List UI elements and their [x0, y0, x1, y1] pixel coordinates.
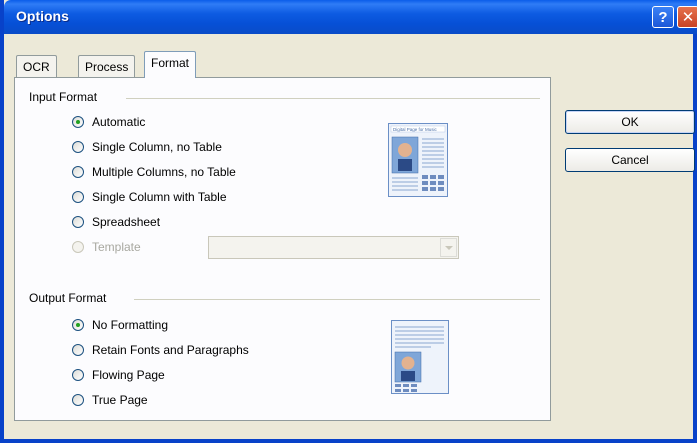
- output-format-label: Output Format: [29, 291, 107, 305]
- ok-button[interactable]: OK: [565, 110, 695, 134]
- radio-dot: [72, 319, 84, 331]
- radio-template[interactable]: Template: [72, 240, 141, 254]
- ok-button-label: OK: [621, 115, 639, 129]
- radio-no-formatting[interactable]: No Formatting: [72, 318, 168, 332]
- radio-label: Single Column, no Table: [92, 140, 222, 154]
- close-button[interactable]: ✕: [677, 6, 697, 28]
- input-format-label: Input Format: [29, 90, 98, 104]
- radio-dot: [72, 191, 84, 203]
- tab-process[interactable]: Process: [78, 55, 136, 77]
- tab-label: Format: [151, 56, 190, 70]
- radio-dot: [72, 369, 84, 381]
- cancel-button-label: Cancel: [611, 153, 649, 167]
- options-dialog: Options ? ✕ OCR Process Format Input For…: [0, 0, 697, 443]
- radio-dot: [72, 216, 84, 228]
- radio-spreadsheet[interactable]: Spreadsheet: [72, 215, 160, 229]
- tab-format[interactable]: Format: [144, 51, 197, 78]
- radio-multiple-columns-no-table[interactable]: Multiple Columns, no Table: [72, 165, 236, 179]
- cancel-button[interactable]: Cancel: [565, 148, 695, 172]
- radio-label: Spreadsheet: [92, 215, 161, 229]
- radio-label: Single Column with Table: [92, 190, 227, 204]
- radio-dot: [72, 166, 84, 178]
- radio-single-column-with-table[interactable]: Single Column with Table: [72, 190, 227, 204]
- tab-ocr[interactable]: OCR: [16, 55, 57, 77]
- radio-dot: [72, 116, 84, 128]
- radio-label: Retain Fonts and Paragraphs: [92, 343, 249, 357]
- radio-dot: [72, 141, 84, 153]
- radio-label: Automatic: [92, 115, 146, 129]
- radio-label: Template: [92, 240, 141, 254]
- radio-true-page[interactable]: True Page: [72, 393, 148, 407]
- input-format-divider: [126, 98, 540, 99]
- tab-label: OCR: [23, 60, 50, 74]
- window-title: Options: [16, 8, 69, 24]
- output-format-divider: [134, 299, 540, 300]
- radio-dot: [72, 241, 84, 253]
- tab-label: Process: [85, 60, 129, 74]
- radio-dot: [72, 394, 84, 406]
- radio-flowing-page[interactable]: Flowing Page: [72, 368, 165, 382]
- radio-label: No Formatting: [92, 318, 169, 332]
- help-button[interactable]: ?: [652, 6, 674, 28]
- chevron-down-icon[interactable]: [440, 238, 457, 257]
- input-format-preview-image: Digital Page for Music: [388, 123, 448, 197]
- radio-dot: [72, 344, 84, 356]
- radio-label: Flowing Page: [92, 368, 165, 382]
- help-icon: ?: [658, 8, 668, 26]
- radio-automatic[interactable]: Automatic: [72, 115, 145, 129]
- close-icon: ✕: [681, 9, 695, 26]
- radio-label: Multiple Columns, no Table: [92, 165, 236, 179]
- preview-heading-text: Digital Page for Music: [393, 127, 438, 132]
- output-format-preview-image: [391, 320, 449, 394]
- title-bar[interactable]: Options ? ✕: [4, 0, 697, 34]
- radio-retain-fonts-and-paragraphs[interactable]: Retain Fonts and Paragraphs: [72, 343, 249, 357]
- radio-label: True Page: [92, 393, 148, 407]
- template-select[interactable]: [208, 236, 459, 259]
- radio-single-column-no-table[interactable]: Single Column, no Table: [72, 140, 222, 154]
